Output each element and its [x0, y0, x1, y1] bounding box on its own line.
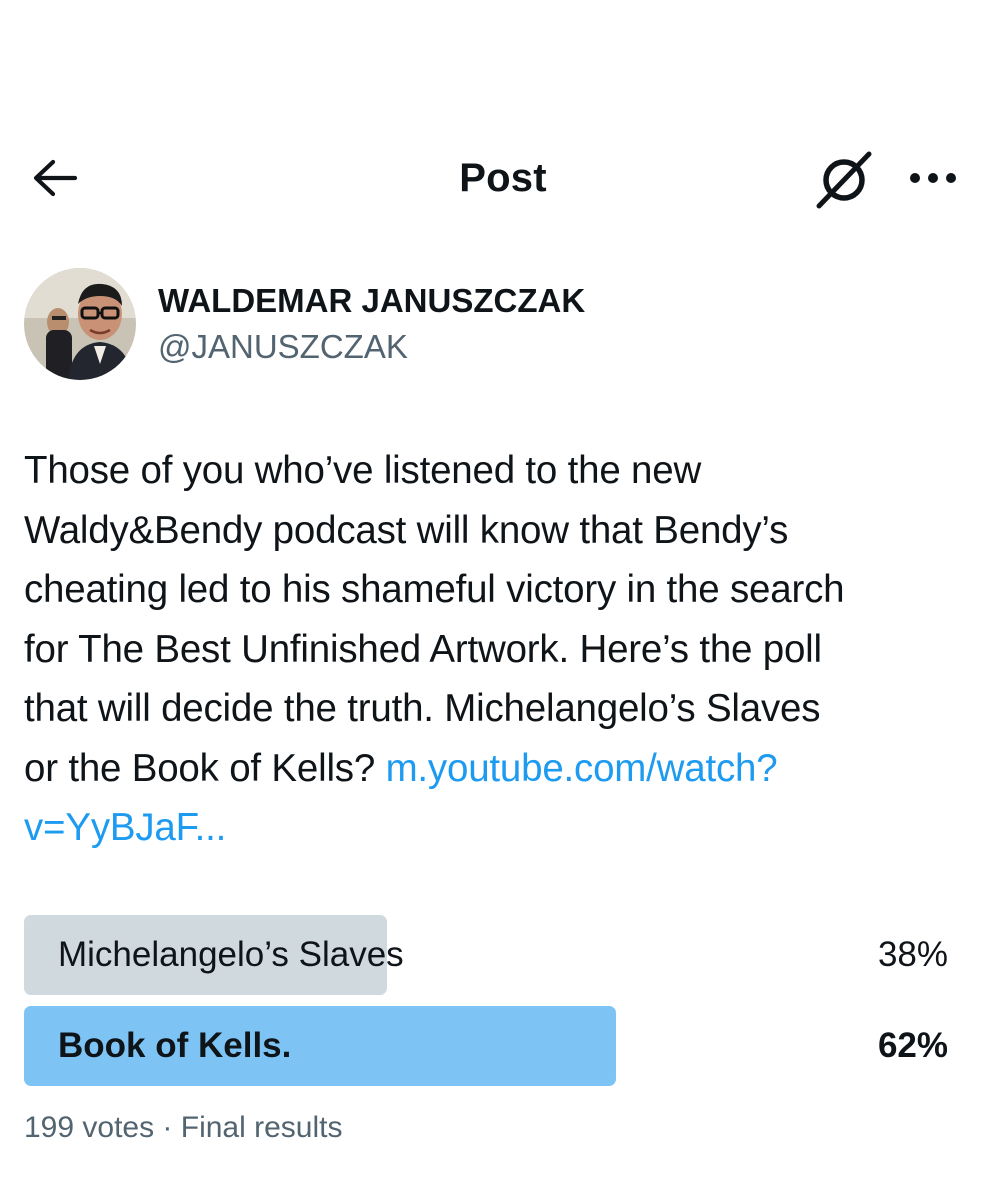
post-text-line: for The Best Unfinished Artwork. Here’s … — [24, 627, 822, 671]
more-options-button[interactable] — [898, 154, 968, 202]
poll-option[interactable]: Michelangelo’s Slaves 38% — [24, 915, 958, 995]
post-text-line: or the Book of Kells? m.youtube.com/watc… — [24, 739, 982, 799]
post-author: WALDEMAR JANUSZCZAK @JANUSZCZAK — [24, 268, 964, 382]
author-handle[interactable]: @JANUSZCZAK — [158, 326, 408, 368]
grok-button[interactable] — [810, 148, 880, 210]
post-text-line: Waldy&Bendy podcast will know that Bendy… — [24, 508, 789, 552]
top-bar: Post — [0, 140, 1006, 216]
poll-option-label: Michelangelo’s Slaves — [58, 935, 404, 974]
post-text-line: Those of you who’ve listened to the new — [24, 449, 702, 492]
post-text: Those of you who’ve listened to the new … — [24, 441, 982, 858]
post-text-segment: or the Book of Kells? — [24, 746, 386, 790]
poll-option-label: Book of Kells. — [58, 1026, 292, 1065]
post-text-line: cheating led to his shameful victory in … — [24, 568, 845, 611]
youtube-link-continued[interactable]: v=YyBJaF... — [24, 806, 226, 849]
author-name[interactable]: WALDEMAR JANUSZCZAK — [158, 280, 585, 322]
post-text-line: v=YyBJaF... — [24, 798, 982, 858]
avatar[interactable] — [24, 268, 136, 380]
post-text-line: that will decide the truth. Michelangelo… — [24, 687, 821, 730]
grok-icon — [816, 151, 872, 209]
poll-option-percent: 38% — [877, 935, 948, 974]
avatar-photo — [24, 268, 136, 380]
poll-summary: 199 votes · Final results — [24, 1111, 343, 1144]
youtube-link[interactable]: m.youtube.com/watch? — [386, 747, 778, 790]
poll-option-percent: 62% — [877, 1026, 948, 1065]
more-horizontal-icon — [910, 173, 956, 183]
poll: Michelangelo’s Slaves 38% Book of Kells.… — [24, 915, 958, 1097]
poll-option[interactable]: Book of Kells. 62% — [24, 1006, 958, 1086]
